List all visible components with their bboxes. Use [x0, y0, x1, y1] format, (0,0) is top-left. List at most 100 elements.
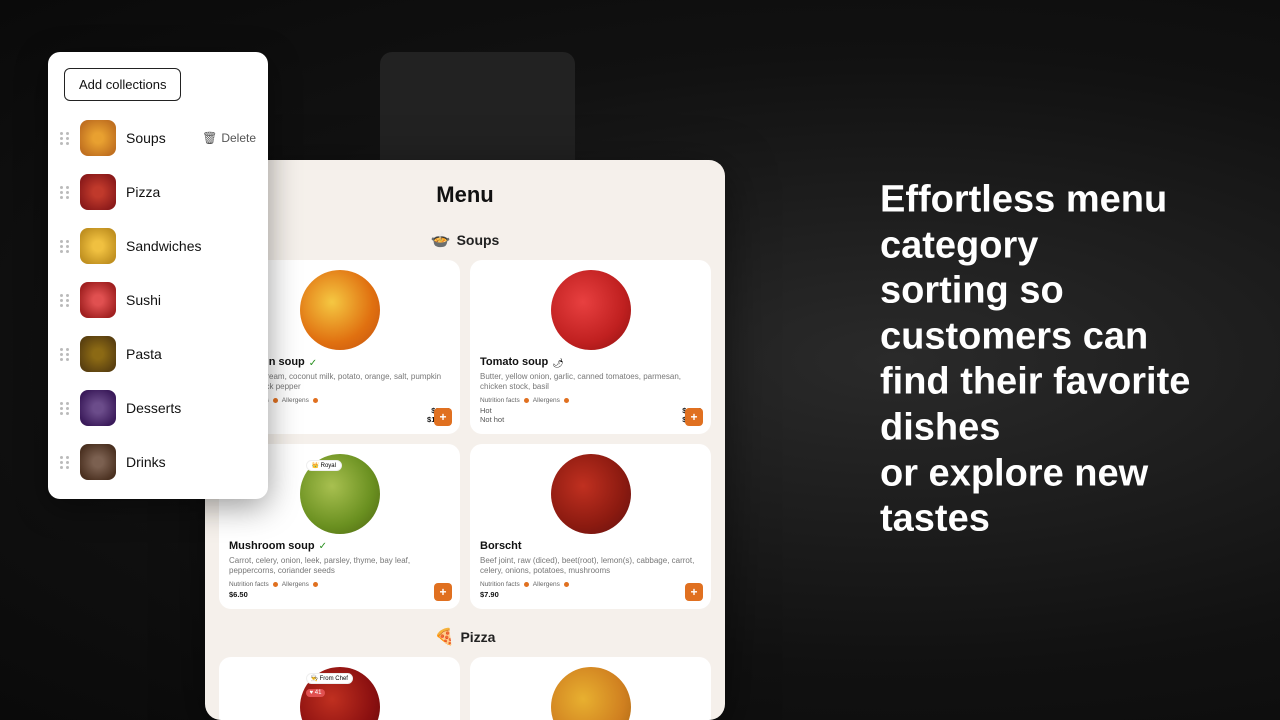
drag-dot	[66, 186, 69, 189]
drag-handle-sushi[interactable]	[60, 294, 70, 307]
tomato-soup-desc: Butter, yellow onion, garlic, canned tom…	[480, 372, 701, 393]
borscht-image	[551, 454, 631, 534]
mushroom-price-val: $6.50	[229, 590, 248, 599]
hot-icon: 🌶	[552, 358, 563, 369]
drag-handle-pasta[interactable]	[60, 348, 70, 361]
menu-section-pizza: 🍕 Pizza	[205, 627, 725, 647]
collection-name-desserts: Desserts	[126, 400, 256, 416]
drag-dot	[66, 466, 69, 469]
menu-section-soups: 🍲 Soups	[205, 230, 725, 250]
collection-item-sandwiches[interactable]: Sandwiches	[48, 219, 268, 273]
margarita-image	[551, 667, 631, 720]
borscht-title: Borscht	[480, 540, 522, 552]
collection-name-sandwiches: Sandwiches	[126, 238, 256, 254]
collection-item-pizza[interactable]: Pizza	[48, 165, 268, 219]
dot	[564, 398, 569, 403]
drag-dot	[60, 304, 63, 307]
drag-dot	[60, 407, 63, 410]
allergens-label: Allergens	[282, 581, 309, 588]
drag-dot	[60, 402, 63, 405]
drag-dot	[66, 412, 69, 415]
trash-icon: 🗑	[202, 131, 217, 145]
drag-dot	[60, 466, 63, 469]
dot	[313, 582, 318, 587]
mushroom-soup-title: Mushroom soup	[229, 540, 315, 552]
drag-handle-drinks[interactable]	[60, 456, 70, 469]
soups-grid: Pumpkin soup ✓ Pumpkin cream, coconut mi…	[205, 260, 725, 609]
drag-dot	[60, 294, 63, 297]
promo-line3: find their favorite dishes	[880, 361, 1190, 449]
drag-dot	[60, 191, 63, 194]
add-mushroom-button[interactable]: +	[434, 583, 452, 601]
promo-line2: sorting so customers can	[880, 270, 1148, 358]
drag-dot	[66, 191, 69, 194]
collection-name-sushi: Sushi	[126, 292, 256, 308]
collection-thumb-sushi	[80, 282, 116, 318]
allergens-label: Allergens	[533, 581, 560, 588]
drag-handle-sandwiches[interactable]	[60, 240, 70, 253]
collection-item-drinks[interactable]: Drinks	[48, 435, 268, 489]
drag-dot	[60, 186, 63, 189]
pizza-emoji: 🍕	[435, 627, 455, 647]
nutrition-label: Nutrition facts	[229, 581, 269, 588]
delete-button-soups[interactable]: 🗑 Delete	[202, 131, 256, 145]
collections-panel: Add collections Soups 🗑 Delete	[48, 52, 268, 499]
drag-handle-desserts[interactable]	[60, 402, 70, 415]
veg-icon: ✓	[319, 541, 327, 552]
drag-dot	[60, 240, 63, 243]
drag-dot	[60, 461, 63, 464]
drag-dot	[66, 245, 69, 248]
promo-line4: or explore new tastes	[880, 452, 1148, 540]
collections-list: Soups 🗑 Delete Pizza	[48, 101, 268, 499]
drag-handle-soups[interactable]	[60, 132, 70, 145]
nutrition-label: Nutrition facts	[480, 397, 520, 404]
drag-dot	[60, 456, 63, 459]
borscht-nutrition-row: Nutrition facts Allergens	[480, 581, 701, 588]
dot	[524, 398, 529, 403]
drag-dot	[60, 250, 63, 253]
promo-text-block: Effortless menu category sorting so cust…	[880, 178, 1220, 543]
collection-item-soups[interactable]: Soups 🗑 Delete	[48, 111, 268, 165]
drag-dot	[60, 196, 63, 199]
drag-dot	[66, 132, 69, 135]
menu-card-tomato[interactable]: Tomato soup 🌶 Butter, yellow onion, garl…	[470, 260, 711, 434]
pizza-grid: 👨‍🍳 From Chef ♥ 41 Pepperoni 🌶 Pepperoni…	[205, 657, 725, 720]
drag-dot	[66, 250, 69, 253]
drag-dot	[66, 142, 69, 145]
collection-thumb-soups	[80, 120, 116, 156]
add-tomato-button[interactable]: +	[685, 408, 703, 426]
menu-panel: Menu 🍲 Soups Pumpkin soup ✓ Pumpkin crea…	[205, 160, 725, 720]
mushroom-soup-desc: Carrot, celery, onion, leek, parsley, th…	[229, 556, 450, 577]
collection-name-pizza: Pizza	[126, 184, 256, 200]
tomato-price-hot: Hot $4.95	[480, 406, 701, 415]
add-collections-button[interactable]: Add collections	[64, 68, 181, 101]
drag-dot	[66, 196, 69, 199]
drag-handle-pizza[interactable]	[60, 186, 70, 199]
drag-dot	[66, 407, 69, 410]
dot	[273, 398, 278, 403]
collection-item-pasta[interactable]: Pasta	[48, 327, 268, 381]
borscht-price-val: $7.90	[480, 590, 499, 599]
menu-card-borscht[interactable]: Borscht Beef joint, raw (diced), beet(ro…	[470, 444, 711, 609]
drag-dot	[60, 245, 63, 248]
pumpkin-soup-image	[300, 270, 380, 350]
add-borscht-button[interactable]: +	[685, 583, 703, 601]
heart-badge: ♥ 41	[306, 689, 326, 697]
add-pumpkin-button[interactable]: +	[434, 408, 452, 426]
collection-thumb-desserts	[80, 390, 116, 426]
nutrition-label: Nutrition facts	[480, 581, 520, 588]
drag-dot	[66, 402, 69, 405]
drag-dot	[60, 142, 63, 145]
drag-dot	[66, 304, 69, 307]
collection-thumb-sandwiches	[80, 228, 116, 264]
menu-card-margarita[interactable]: Margarita ✓ Crushed tomatoes, mozzarella…	[470, 657, 711, 720]
drag-dot	[60, 132, 63, 135]
tomato-price-not-hot: Not hot $7.90	[480, 415, 701, 424]
collection-name-drinks: Drinks	[126, 454, 256, 470]
from-chef-badge: 👨‍🍳 From Chef	[306, 673, 353, 684]
collection-item-sushi[interactable]: Sushi	[48, 273, 268, 327]
drag-dot	[66, 294, 69, 297]
menu-card-pepperoni[interactable]: 👨‍🍳 From Chef ♥ 41 Pepperoni 🌶 Pepperoni…	[219, 657, 460, 720]
drag-dot	[66, 353, 69, 356]
collection-item-desserts[interactable]: Desserts	[48, 381, 268, 435]
